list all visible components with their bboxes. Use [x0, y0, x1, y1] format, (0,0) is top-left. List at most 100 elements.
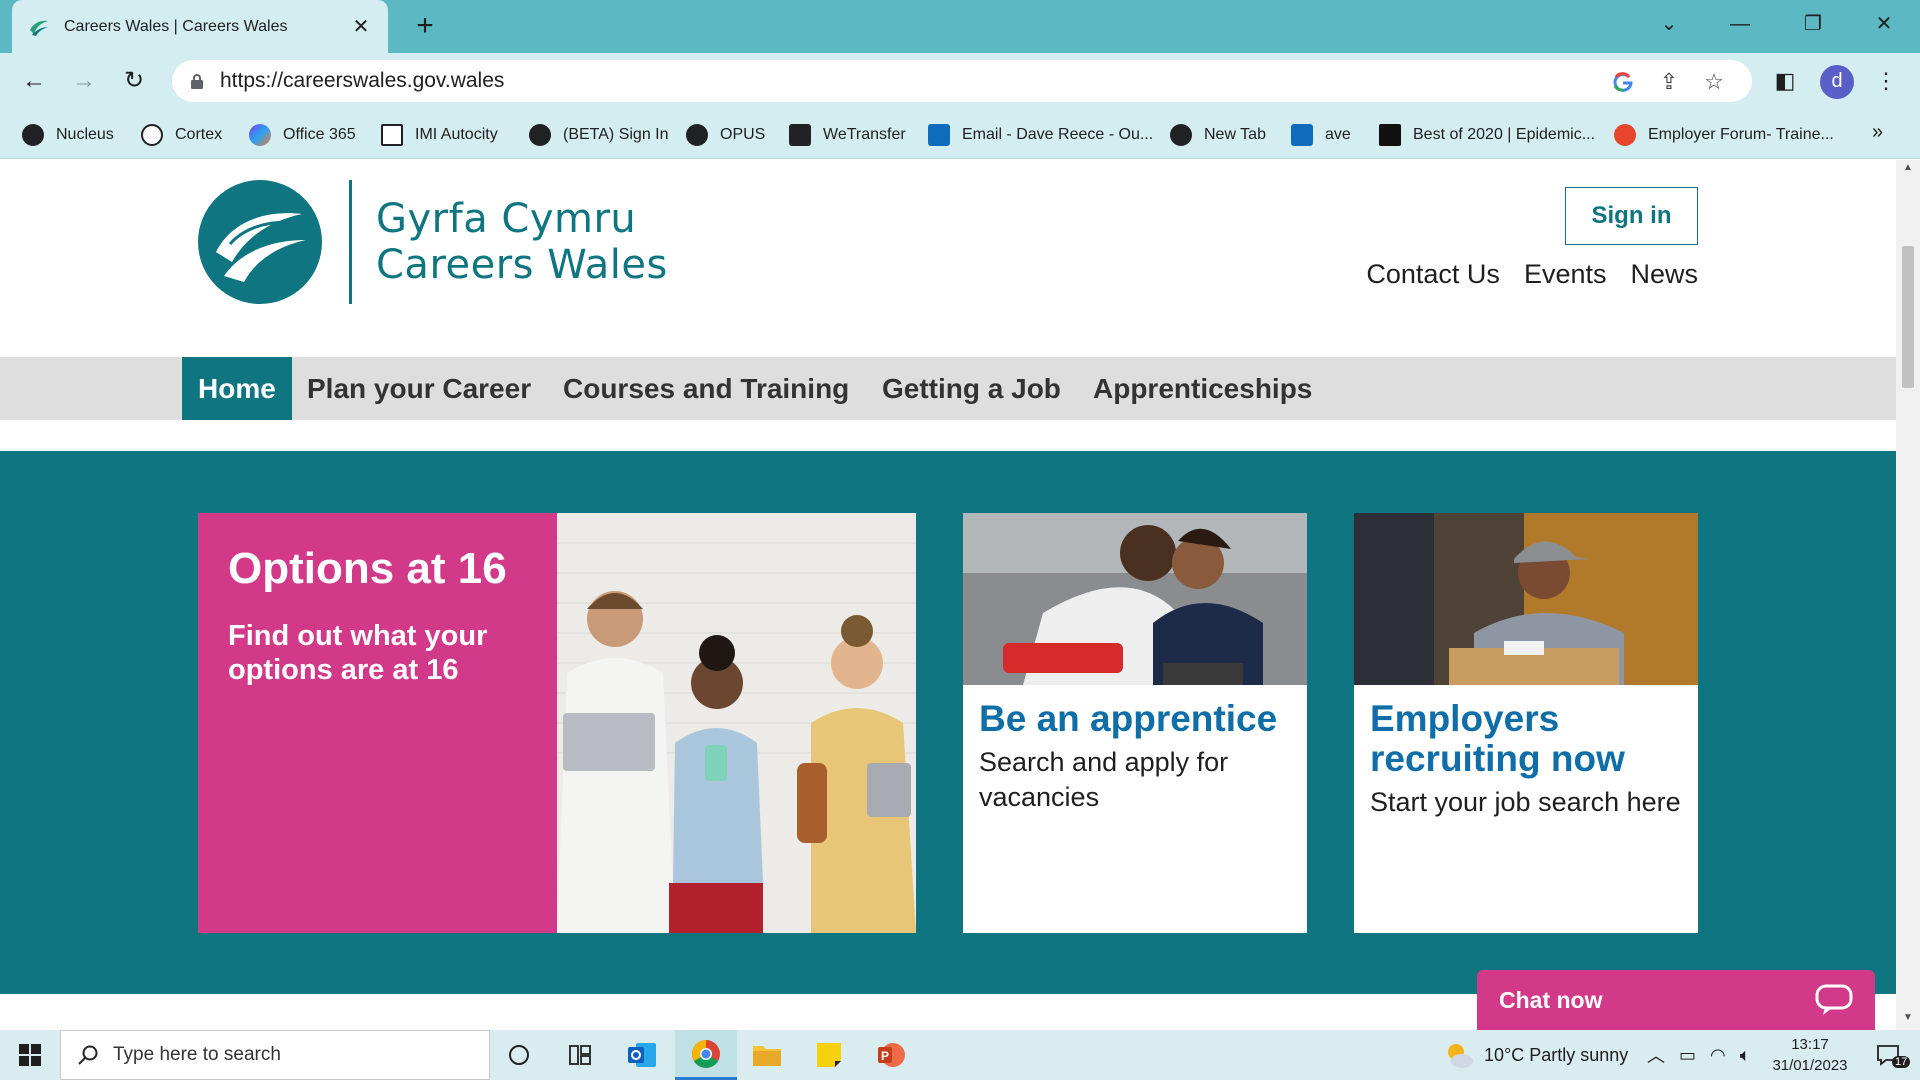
- globe-icon: [686, 124, 708, 146]
- scroll-down-arrow-icon[interactable]: ▼: [1896, 1012, 1920, 1028]
- chrome-menu-icon[interactable]: ⋮: [1870, 65, 1902, 97]
- taskbar-search-box[interactable]: Type here to search: [60, 1030, 490, 1080]
- notification-count-badge: 17: [1892, 1056, 1911, 1068]
- sign-in-button[interactable]: Sign in: [1565, 187, 1698, 245]
- bookmark-item[interactable]: Email - Dave Reece - Ou...: [928, 122, 1153, 148]
- nav-courses-and-training[interactable]: Courses and Training: [547, 357, 865, 420]
- tab-close-icon[interactable]: ✕: [350, 14, 372, 39]
- events-link[interactable]: Events: [1524, 259, 1607, 290]
- apprentice-card-body: Be an apprentice Search and apply for va…: [963, 685, 1307, 829]
- bookmark-item[interactable]: Best of 2020 | Epidemic...: [1379, 122, 1595, 148]
- taskbar-clock[interactable]: 13:17 31/01/2023: [1760, 1034, 1860, 1076]
- forward-button[interactable]: →: [68, 65, 100, 97]
- weather-widget[interactable]: 10°C Partly sunny: [1444, 1030, 1628, 1080]
- nav-home[interactable]: Home: [182, 357, 292, 420]
- contact-us-link[interactable]: Contact Us: [1366, 259, 1500, 290]
- bookmark-star-icon[interactable]: ☆: [1700, 68, 1728, 96]
- back-button[interactable]: ←: [18, 65, 50, 97]
- bookmark-label: OPUS: [720, 126, 766, 143]
- employers-recruiting-card[interactable]: Employers recruiting now Start your job …: [1354, 513, 1698, 933]
- bookmark-item[interactable]: Employer Forum- Traine...: [1614, 122, 1834, 148]
- cortana-icon[interactable]: [488, 1030, 550, 1080]
- close-window-button[interactable]: ✕: [1864, 8, 1904, 40]
- profile-avatar[interactable]: d: [1820, 65, 1854, 99]
- reload-button[interactable]: ↻: [118, 65, 150, 97]
- apprentice-card-title: Be an apprentice: [979, 698, 1278, 739]
- students-photo: [557, 513, 916, 933]
- tray-overflow-chevron-icon[interactable]: ︿: [1647, 1042, 1665, 1068]
- svg-text:P: P: [881, 1049, 889, 1063]
- partly-sunny-icon: [1448, 1044, 1473, 1068]
- options-card-text: Options at 16 Find out what your options…: [198, 513, 557, 933]
- utility-links: Contact Us Events News: [1366, 259, 1698, 290]
- browser-tab[interactable]: Careers Wales | Careers Wales ✕: [12, 0, 388, 53]
- start-button[interactable]: [0, 1030, 60, 1080]
- careers-wales-logo[interactable]: Gyrfa Cymru Careers Wales: [198, 180, 668, 304]
- bookmark-label: ave: [1325, 126, 1351, 143]
- file-explorer-icon[interactable]: [736, 1030, 798, 1080]
- options-at-16-card[interactable]: Options at 16 Find out what your options…: [198, 513, 916, 933]
- employers-card-text: Start your job search here: [1370, 787, 1681, 817]
- task-view-icon[interactable]: [549, 1030, 611, 1080]
- notification-center-icon[interactable]: 17: [1868, 1030, 1911, 1080]
- be-an-apprentice-card[interactable]: Be an apprentice Search and apply for va…: [963, 513, 1307, 933]
- tab-search-chevron-icon[interactable]: ⌄: [1649, 8, 1689, 40]
- chrome-taskbar-icon[interactable]: [675, 1030, 737, 1080]
- globe-icon: [22, 124, 44, 146]
- globe-icon: [529, 124, 551, 146]
- nav-getting-a-job[interactable]: Getting a Job: [866, 357, 1077, 420]
- nav-apprenticeships[interactable]: Apprenticeships: [1077, 357, 1328, 420]
- bookmark-label: Office 365: [283, 126, 356, 143]
- nav-plan-your-career[interactable]: Plan your Career: [291, 357, 547, 420]
- careers-wales-favicon-icon: [30, 20, 48, 36]
- share-icon[interactable]: ⇪: [1655, 68, 1683, 96]
- bookmark-item[interactable]: (BETA) Sign In: [529, 122, 669, 148]
- scrollbar-thumb[interactable]: [1902, 246, 1914, 388]
- bookmark-label: Nucleus: [56, 126, 114, 143]
- outlook-icon: [1291, 124, 1313, 146]
- employer-icon: [1614, 124, 1636, 146]
- apprentice-card-text: Search and apply for vacancies: [979, 747, 1229, 812]
- system-tray: ︿ ▭ ◠ 🔈︎: [1647, 1030, 1751, 1080]
- tab-title: Careers Wales | Careers Wales: [64, 17, 288, 35]
- employer-photo: [1354, 513, 1698, 685]
- scroll-up-arrow-icon[interactable]: ▲: [1896, 162, 1920, 178]
- bookmark-item[interactable]: OPUS: [686, 122, 765, 148]
- bookmark-item[interactable]: ave: [1291, 122, 1351, 148]
- browser-tabstrip: Careers Wales | Careers Wales ✕ + ⌄ — ❐ …: [0, 0, 1920, 53]
- options-card-subtitle: Find out what your options are at 16: [228, 620, 488, 686]
- wifi-icon[interactable]: ◠: [1710, 1045, 1726, 1066]
- outlook-taskbar-icon[interactable]: [612, 1030, 674, 1080]
- address-bar[interactable]: https://careerswales.gov.wales ⇪ ☆: [172, 60, 1752, 102]
- minimize-button[interactable]: —: [1720, 8, 1760, 40]
- outlook-icon: [928, 124, 950, 146]
- bookmark-item[interactable]: New Tab: [1170, 122, 1266, 148]
- bookmark-item[interactable]: Office 365: [249, 122, 356, 148]
- page-scrollbar[interactable]: ▲ ▼: [1896, 160, 1920, 1030]
- news-link[interactable]: News: [1630, 259, 1698, 290]
- volume-icon[interactable]: 🔈︎: [1740, 1045, 1751, 1066]
- new-tab-button[interactable]: +: [408, 10, 442, 44]
- search-icon: [78, 1045, 98, 1065]
- bookmarks-overflow-icon[interactable]: »: [1872, 121, 1883, 144]
- bookmark-item[interactable]: IMI Autocity: [381, 122, 498, 148]
- main-navigation: Home Plan your Career Courses and Traini…: [0, 357, 1896, 420]
- bookmark-label: Cortex: [175, 126, 223, 143]
- side-panel-icon[interactable]: ◧: [1769, 65, 1801, 97]
- restore-button[interactable]: ❐: [1793, 8, 1833, 40]
- bookmark-item[interactable]: Nucleus: [22, 122, 114, 148]
- sticky-notes-icon[interactable]: [798, 1030, 860, 1080]
- url-text: https://careerswales.gov.wales: [220, 69, 505, 92]
- employers-card-body: Employers recruiting now Start your job …: [1354, 685, 1698, 834]
- logo-mark-icon: [198, 180, 322, 304]
- windows-logo-icon: [19, 1044, 41, 1066]
- bookmark-item[interactable]: WeTransfer: [789, 122, 906, 148]
- powerpoint-icon[interactable]: P: [860, 1030, 922, 1080]
- bookmark-label: Email - Dave Reece - Ou...: [962, 126, 1154, 143]
- bookmark-label: New Tab: [1204, 126, 1266, 143]
- google-lens-icon[interactable]: [1609, 68, 1637, 96]
- battery-icon[interactable]: ▭: [1679, 1045, 1696, 1066]
- bookmark-label: IMI Autocity: [415, 126, 498, 143]
- bookmark-item[interactable]: Cortex: [141, 122, 222, 148]
- chat-now-widget[interactable]: Chat now: [1477, 970, 1875, 1030]
